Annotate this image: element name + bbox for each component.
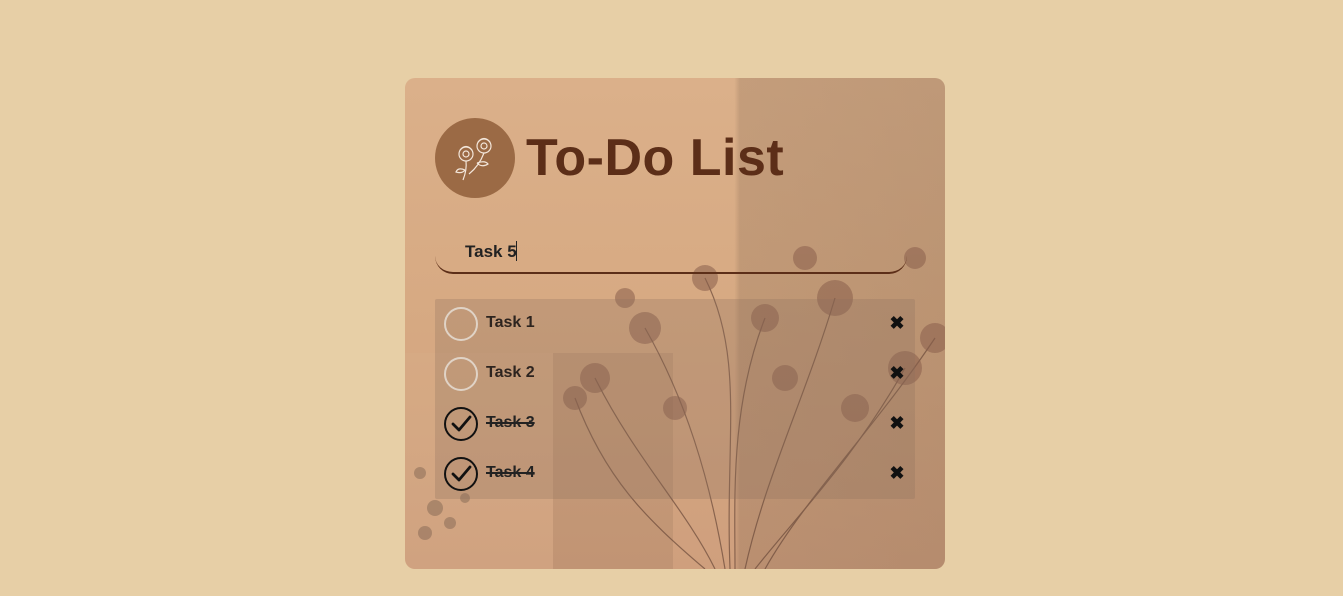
task-input-container bbox=[435, 230, 907, 274]
task-label[interactable]: Task 3 bbox=[486, 414, 535, 432]
task-label[interactable]: Task 1 bbox=[486, 314, 535, 332]
task-label[interactable]: Task 2 bbox=[486, 364, 535, 382]
unchecked-circle-icon[interactable] bbox=[444, 307, 478, 341]
close-icon[interactable]: ✖ bbox=[888, 414, 906, 432]
text-caret bbox=[516, 241, 517, 261]
close-icon[interactable]: ✖ bbox=[888, 464, 906, 482]
list-item[interactable]: Task 3 ✖ bbox=[435, 399, 915, 449]
page-title: To-Do List bbox=[526, 129, 785, 187]
unchecked-circle-icon[interactable] bbox=[444, 357, 478, 391]
close-icon[interactable]: ✖ bbox=[888, 314, 906, 332]
todo-card: To-Do List Task 1 ✖ Task 2 ✖ Task 3 ✖ T bbox=[405, 78, 945, 569]
list-item[interactable]: Task 1 ✖ bbox=[435, 299, 915, 349]
header: To-Do List bbox=[435, 118, 784, 198]
flower-icon bbox=[435, 118, 515, 198]
list-item[interactable]: Task 4 ✖ bbox=[435, 449, 915, 499]
close-icon[interactable]: ✖ bbox=[888, 364, 906, 382]
checked-circle-icon[interactable] bbox=[444, 457, 478, 491]
task-label[interactable]: Task 4 bbox=[486, 464, 535, 482]
task-input[interactable] bbox=[465, 242, 865, 262]
list-item[interactable]: Task 2 ✖ bbox=[435, 349, 915, 399]
task-list: Task 1 ✖ Task 2 ✖ Task 3 ✖ Task 4 ✖ bbox=[435, 299, 915, 499]
checked-circle-icon[interactable] bbox=[444, 407, 478, 441]
